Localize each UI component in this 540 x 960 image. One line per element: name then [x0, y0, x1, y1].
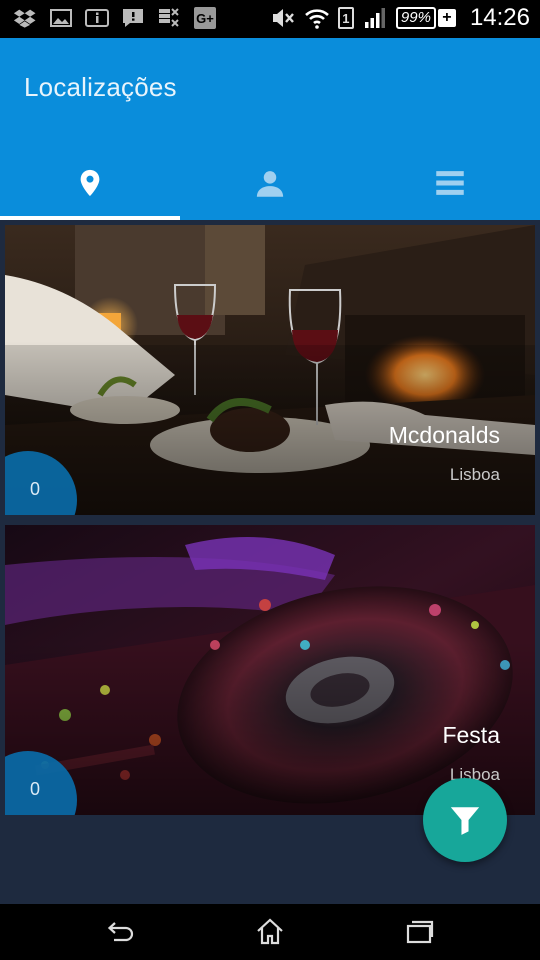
back-icon: [107, 922, 134, 942]
location-city: Lisboa: [449, 465, 500, 484]
filter-icon: [450, 807, 480, 835]
location-name: Festa: [442, 722, 500, 748]
wifi-icon: [304, 6, 330, 30]
tab-locations[interactable]: [0, 146, 180, 220]
recent-apps-button[interactable]: [404, 916, 436, 948]
back-button[interactable]: [104, 916, 136, 948]
navigation-bar: [0, 904, 540, 960]
battery-indicator: 99% +: [395, 7, 456, 29]
dropbox-icon: [12, 6, 38, 30]
status-clock: 14:26: [469, 4, 530, 31]
image-icon: [48, 6, 74, 30]
chat-icon: [120, 6, 146, 30]
recent-apps-icon: [406, 920, 434, 944]
tab-bar: [0, 146, 540, 220]
mute-icon: [270, 6, 296, 30]
location-card[interactable]: Festa Lisboa 0: [5, 525, 535, 815]
signal-icon: [362, 6, 388, 30]
page-title: Localizações: [24, 72, 177, 102]
google-plus-icon: G+: [192, 6, 218, 30]
info-icon: [84, 6, 110, 30]
location-name: Mcdonalds: [388, 422, 500, 448]
tab-menu[interactable]: [360, 146, 540, 220]
status-bar: G+ 1 99% + 14:26: [0, 0, 540, 38]
count-value: 0: [30, 479, 41, 499]
charging-icon: +: [437, 9, 456, 27]
count-value: 0: [30, 779, 41, 799]
svg-text:G+: G+: [196, 11, 214, 26]
location-card[interactable]: Mcdonalds Lisboa 0: [5, 225, 535, 515]
app-bar: Localizações: [0, 38, 540, 220]
sim-slot-badge: 1: [337, 7, 354, 29]
home-icon: [257, 918, 283, 945]
usb-icon: [156, 6, 182, 30]
person-icon: [256, 171, 284, 197]
filter-button[interactable]: [423, 778, 507, 862]
tab-profile[interactable]: [180, 146, 360, 220]
home-button[interactable]: [254, 916, 286, 948]
battery-level: 99%: [395, 7, 436, 29]
menu-icon: [436, 171, 464, 195]
location-pin-icon: [80, 169, 100, 197]
